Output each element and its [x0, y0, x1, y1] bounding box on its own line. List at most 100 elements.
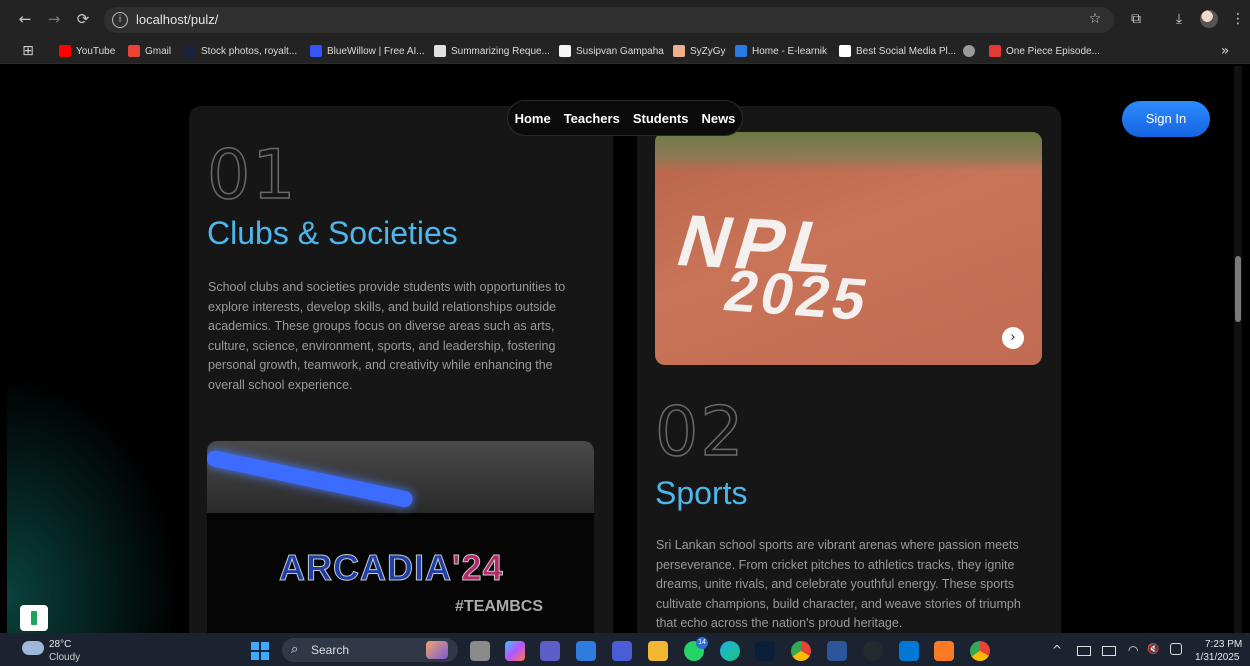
bookmark-social-media[interactable]: Best Social Media Pl... — [839, 44, 956, 58]
taskbar-search[interactable]: ⌕ Search — [282, 638, 458, 662]
bluewillow-icon — [310, 45, 322, 57]
browser-toolbar: ← → ⟳ i localhost/pulz/ ☆ ⧉ ⤓ ⋮ — [0, 0, 1250, 38]
bookmark-youtube[interactable]: YouTube — [59, 44, 115, 58]
file-explorer-icon[interactable] — [648, 641, 668, 661]
bookmark-elearnik[interactable]: Home - E-learnik — [735, 44, 827, 58]
page-scrollbar[interactable] — [1234, 66, 1242, 633]
windows-start-icon[interactable] — [251, 642, 269, 660]
clubs-description: School clubs and societies provide stude… — [208, 280, 566, 392]
vscode-icon[interactable] — [899, 641, 919, 661]
bookmark-gmail[interactable]: Gmail — [128, 44, 171, 58]
sports-description: Sri Lankan school sports are vibrant are… — [656, 538, 1021, 631]
search-icon: ⌕ — [291, 642, 299, 657]
section-number-02: 02 — [654, 392, 746, 473]
arcadia-image: ARCADIA'24 #TEAMBCS — [207, 441, 594, 633]
pen-app-icon[interactable] — [612, 641, 632, 661]
profile-avatar[interactable] — [1200, 10, 1218, 28]
weather-description[interactable]: Cloudy — [49, 652, 80, 663]
clock-time[interactable]: 7:23 PM — [1205, 639, 1242, 650]
volume-muted-icon[interactable]: 🔇 — [1147, 644, 1159, 655]
copilot-icon[interactable] — [505, 641, 525, 661]
bookmark-label: BlueWillow | Free AI... — [327, 45, 425, 57]
bookmark-summarizing[interactable]: Summarizing Reque... — [434, 44, 550, 58]
web-page: 01 Clubs & Societies School clubs and so… — [7, 66, 1242, 633]
whatsapp-badge: 14 — [696, 637, 708, 649]
syzygy-icon — [673, 45, 685, 57]
elearnik-icon — [735, 45, 747, 57]
sports-heading: Sports — [655, 475, 748, 511]
url-text[interactable]: localhost/pulz/ — [136, 12, 218, 27]
main-nav: Home Teachers Students News — [507, 100, 743, 136]
wifi-icon[interactable]: ◠ — [1128, 643, 1138, 657]
menu-icon[interactable]: ⋮ — [1229, 10, 1247, 28]
clubs-heading: Clubs & Societies — [207, 215, 458, 251]
taskbar: 28°C Cloudy ⌕ Search 14 ^ ◠ 🔇 7:23 PM 1/… — [0, 633, 1250, 666]
screen: ← → ⟳ i localhost/pulz/ ☆ ⧉ ⤓ ⋮ ⊞ YouTub… — [0, 0, 1250, 666]
nav-home[interactable]: Home — [515, 111, 551, 126]
site-info-icon[interactable]: i — [112, 12, 128, 28]
download-icon[interactable]: ⤓ — [1170, 10, 1188, 28]
teams-icon[interactable] — [540, 641, 560, 661]
nav-teachers[interactable]: Teachers — [564, 111, 620, 126]
b-logo-icon — [839, 45, 851, 57]
whatsapp-icon[interactable]: 14 — [684, 637, 708, 661]
apps-grid-icon[interactable]: ⊞ — [19, 42, 37, 60]
nav-students[interactable]: Students — [633, 111, 689, 126]
weather-temperature[interactable]: 28°C — [49, 639, 71, 650]
chrome-icon[interactable] — [791, 641, 811, 661]
gmail-icon — [128, 45, 140, 57]
bookmark-globe[interactable] — [963, 44, 975, 58]
bookmark-label: Summarizing Reque... — [451, 45, 550, 57]
carousel-next-icon[interactable]: › — [1002, 327, 1024, 349]
extensions-icon[interactable]: ⧉ — [1127, 10, 1145, 28]
edge-icon[interactable] — [720, 641, 740, 661]
more-bookmarks-icon[interactable]: » — [1216, 42, 1234, 60]
keyboard-icon[interactable] — [1077, 646, 1091, 656]
store-icon[interactable] — [576, 641, 596, 661]
nav-news[interactable]: News — [701, 111, 735, 126]
bookmark-bluewillow[interactable]: BlueWillow | Free AI... — [310, 44, 425, 58]
background-glow — [7, 366, 187, 633]
one-piece-icon — [989, 45, 1001, 57]
bookmark-label: Stock photos, royalt... — [201, 45, 298, 57]
bookmark-label: One Piece Episode... — [1006, 45, 1100, 57]
feedback-widget[interactable] — [20, 605, 48, 631]
forward-icon[interactable]: → — [44, 9, 64, 29]
address-bar[interactable]: i localhost/pulz/ — [104, 7, 1114, 33]
scrollbar-thumb[interactable] — [1235, 256, 1241, 322]
tray-chevron-icon[interactable]: ^ — [1052, 643, 1062, 657]
arcadia-title: ARCADIA'24 — [279, 547, 504, 589]
github-icon[interactable] — [863, 641, 883, 661]
search-label: Search — [311, 643, 350, 657]
xampp-icon[interactable] — [934, 641, 954, 661]
bookmark-label: YouTube — [76, 45, 116, 57]
battery-icon[interactable] — [1170, 643, 1182, 655]
bookmark-label: Susipvan Gampaha — [576, 45, 664, 57]
search-highlight-icon — [426, 641, 448, 659]
cloud-icon[interactable] — [22, 641, 44, 655]
field-grass — [655, 132, 1042, 172]
reload-icon[interactable]: ⟳ — [73, 9, 93, 29]
bookmark-star-icon[interactable]: ☆ — [1086, 10, 1104, 28]
bookmarks-bar: ⊞ YouTube Gmail Stock photos, royalt... … — [0, 38, 1250, 64]
word-icon[interactable] — [827, 641, 847, 661]
chrome-profile-icon[interactable] — [970, 641, 990, 661]
bookmark-one-piece[interactable]: One Piece Episode... — [989, 44, 1100, 58]
bookmark-syzygy[interactable]: SyZyGy — [673, 44, 726, 58]
clock-date[interactable]: 1/31/2025 — [1195, 652, 1240, 663]
bookmark-label: Home - E-learnik — [752, 45, 828, 57]
susipvan-icon — [559, 45, 571, 57]
bookmark-label: SyZyGy — [690, 45, 726, 57]
bookmark-susipvan[interactable]: Susipvan Gampaha — [559, 44, 664, 58]
back-icon[interactable]: ← — [15, 9, 35, 29]
task-view-icon[interactable] — [470, 641, 490, 661]
stock-photos-icon — [184, 45, 196, 57]
sign-in-button[interactable]: Sign In — [1122, 101, 1210, 137]
youtube-icon — [59, 45, 71, 57]
display-icon[interactable] — [1102, 646, 1116, 656]
arcadia-tag: #TEAMBCS — [455, 598, 544, 615]
bookmark-stock-photos[interactable]: Stock photos, royalt... — [184, 44, 297, 58]
section-number-01: 01 — [206, 135, 298, 216]
photoshop-icon[interactable] — [755, 641, 775, 661]
openai-icon — [434, 45, 446, 57]
